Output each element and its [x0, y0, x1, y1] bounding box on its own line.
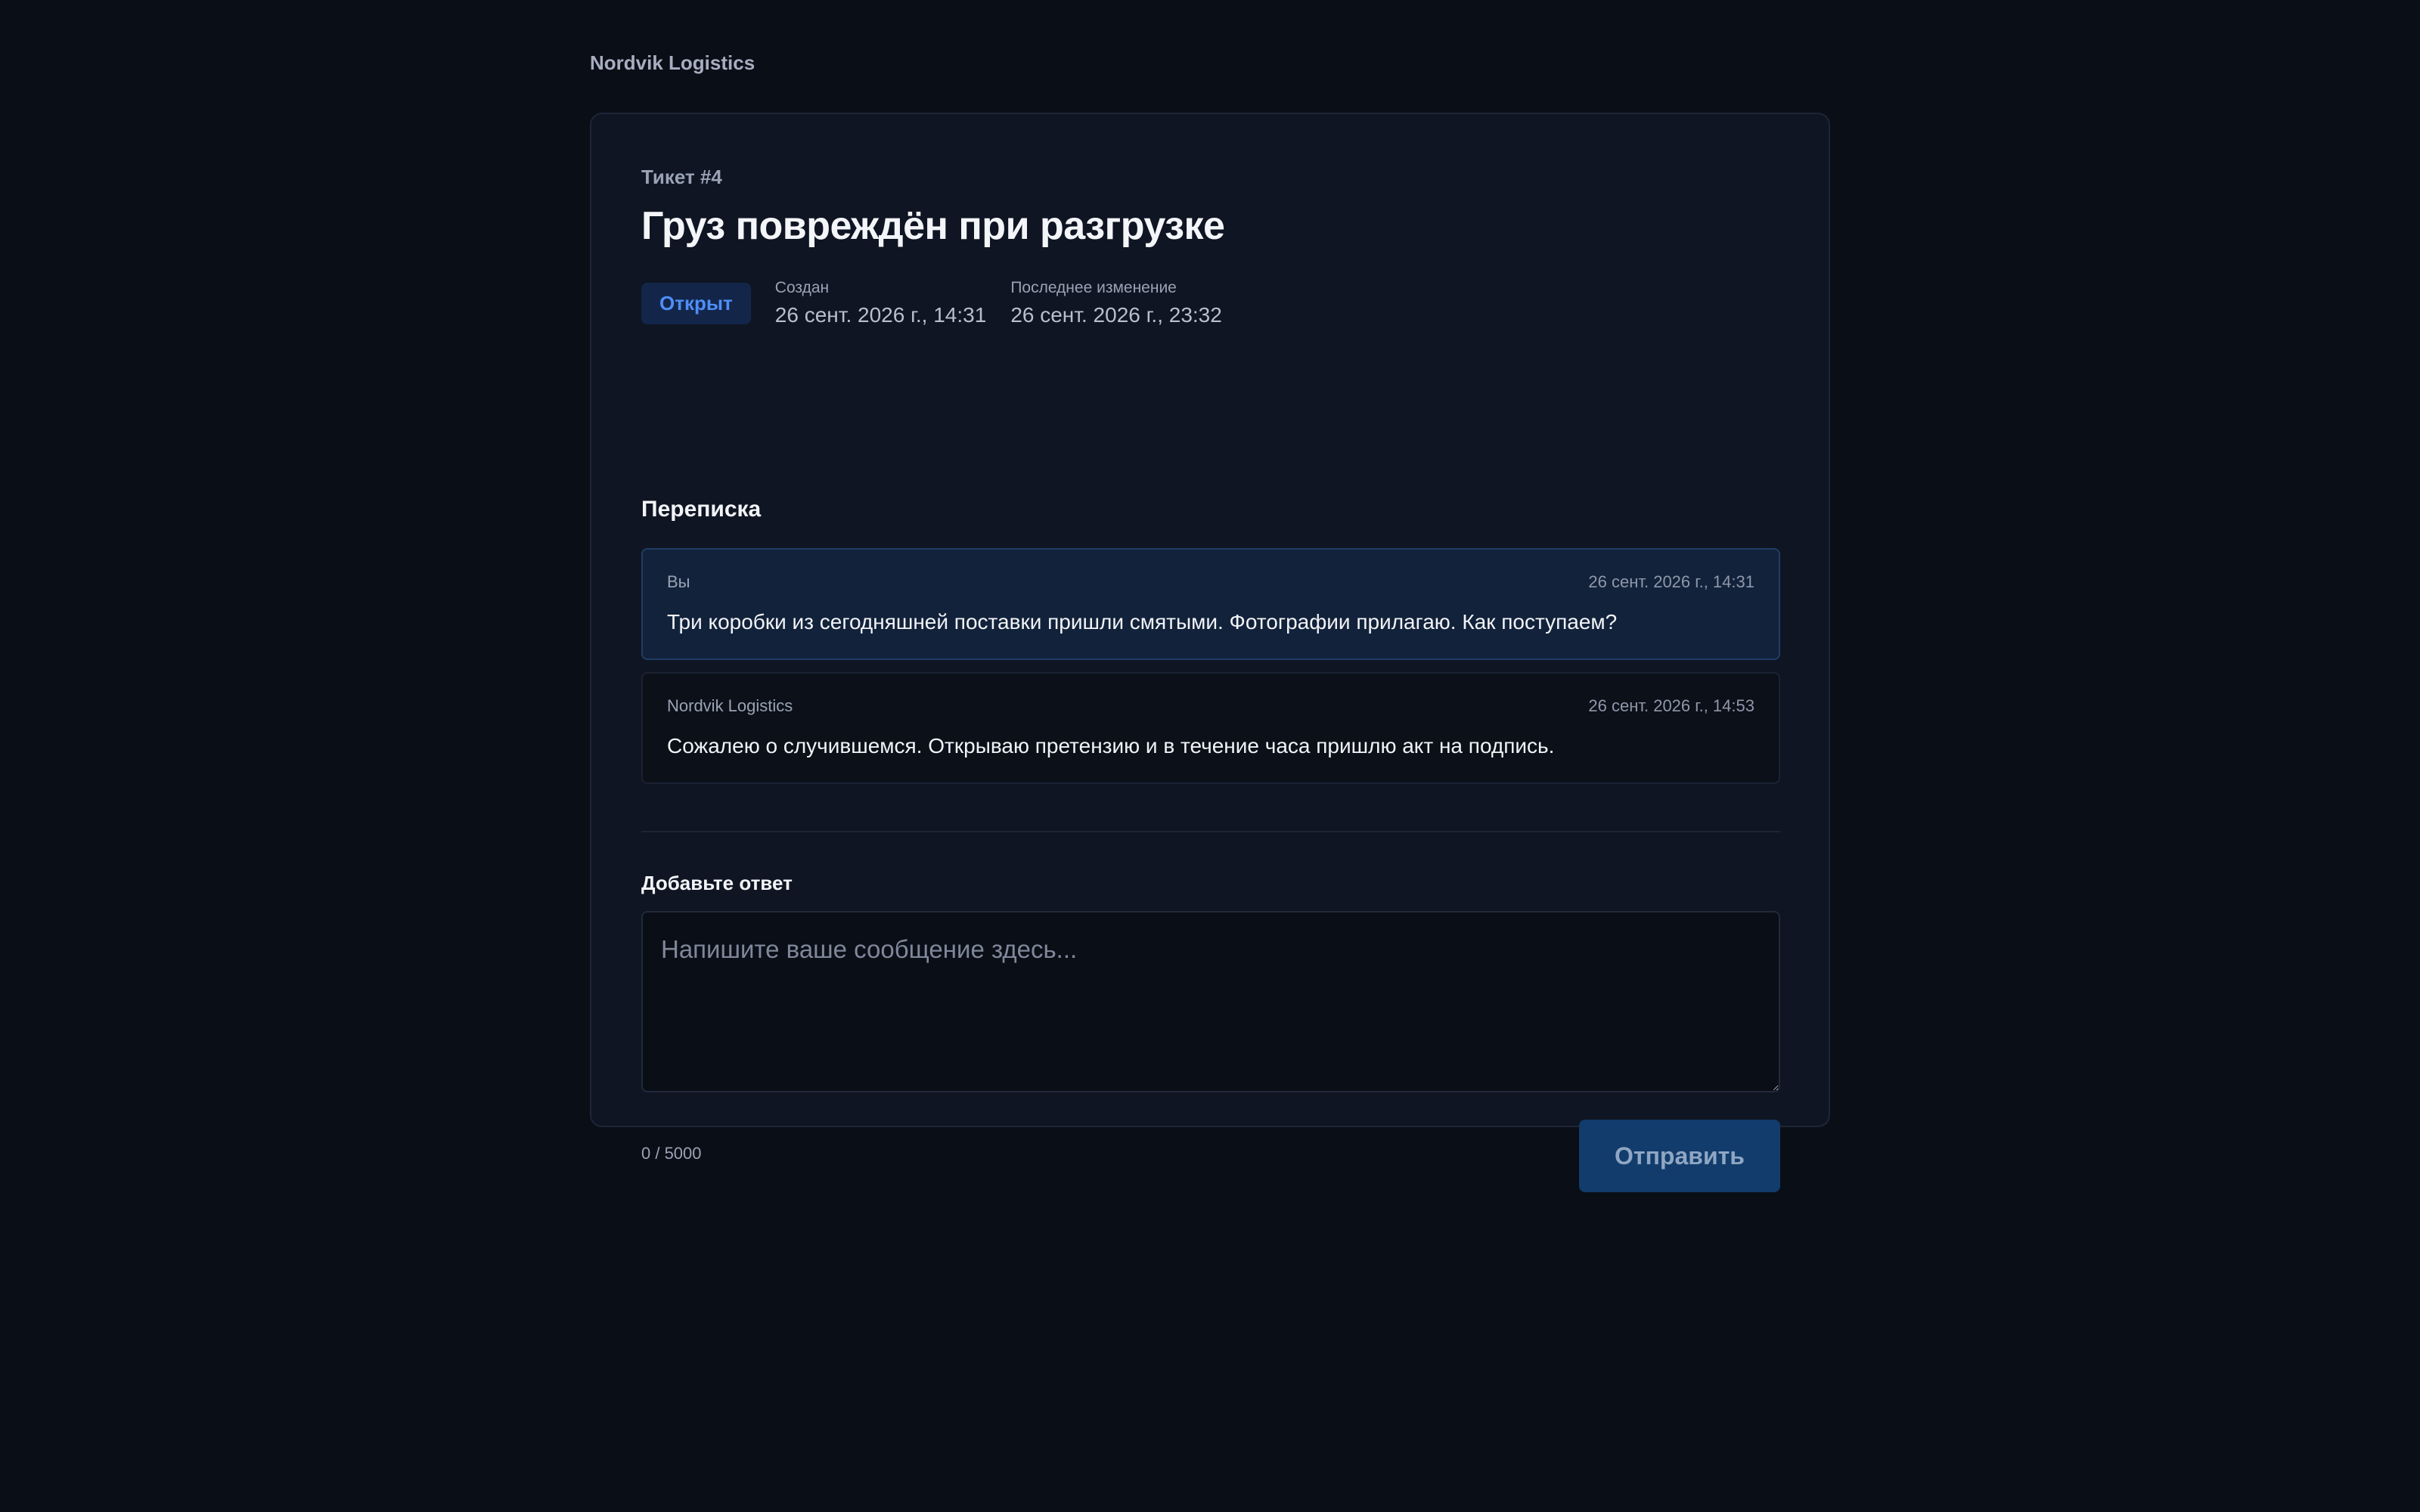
- message-author: Nordvik Logistics: [667, 696, 793, 715]
- message-text: Три коробки из сегодняшней поставки приш…: [667, 610, 1618, 634]
- divider: [641, 831, 1780, 832]
- created-value: 26 сент. 2026 г., 14:31: [774, 303, 987, 327]
- ticket-card-content: Тикет #4 Груз повреждён при разгрузке От…: [641, 114, 1780, 1192]
- updated-value: 26 сент. 2026 г., 23:32: [1010, 303, 1222, 327]
- character-counter: 0 / 5000: [641, 1144, 702, 1163]
- page-title: Груз повреждён при разгрузке: [641, 204, 1225, 248]
- message-time: 26 сент. 2026 г., 14:31: [1588, 572, 1754, 591]
- reply-label: Добавьте ответ: [641, 872, 793, 894]
- ticket-card: Тикет #4 Груз повреждён при разгрузке От…: [590, 113, 1830, 1192]
- send-button[interactable]: Отправить: [1579, 1120, 1780, 1192]
- updated-meta: Последнее изменение 26 сент. 2026 г., 23…: [1010, 279, 1222, 327]
- message-author: Вы: [667, 572, 690, 591]
- status-badge: Открыт: [641, 282, 751, 324]
- ticket-meta: Открыт Создан 26 сент. 2026 г., 14:31 По…: [641, 279, 1246, 327]
- brand-name: Nordvik Logistics: [590, 51, 755, 74]
- message-time: 26 сент. 2026 г., 14:53: [1588, 696, 1754, 715]
- ticket-number: Тикет #4: [641, 166, 722, 188]
- message-own: Вы 26 сент. 2026 г., 14:31 Три коробки и…: [641, 548, 1780, 660]
- reply-textarea[interactable]: [641, 911, 1780, 1092]
- updated-label: Последнее изменение: [1010, 279, 1177, 296]
- message-support: Nordvik Logistics 26 сент. 2026 г., 14:5…: [641, 672, 1780, 784]
- created-meta: Создан 26 сент. 2026 г., 14:31: [775, 279, 987, 327]
- conversation-title: Переписка: [641, 497, 762, 522]
- message-text: Сожалею о случившемся. Открываю претензи…: [667, 734, 1555, 758]
- created-label: Создан: [774, 279, 830, 296]
